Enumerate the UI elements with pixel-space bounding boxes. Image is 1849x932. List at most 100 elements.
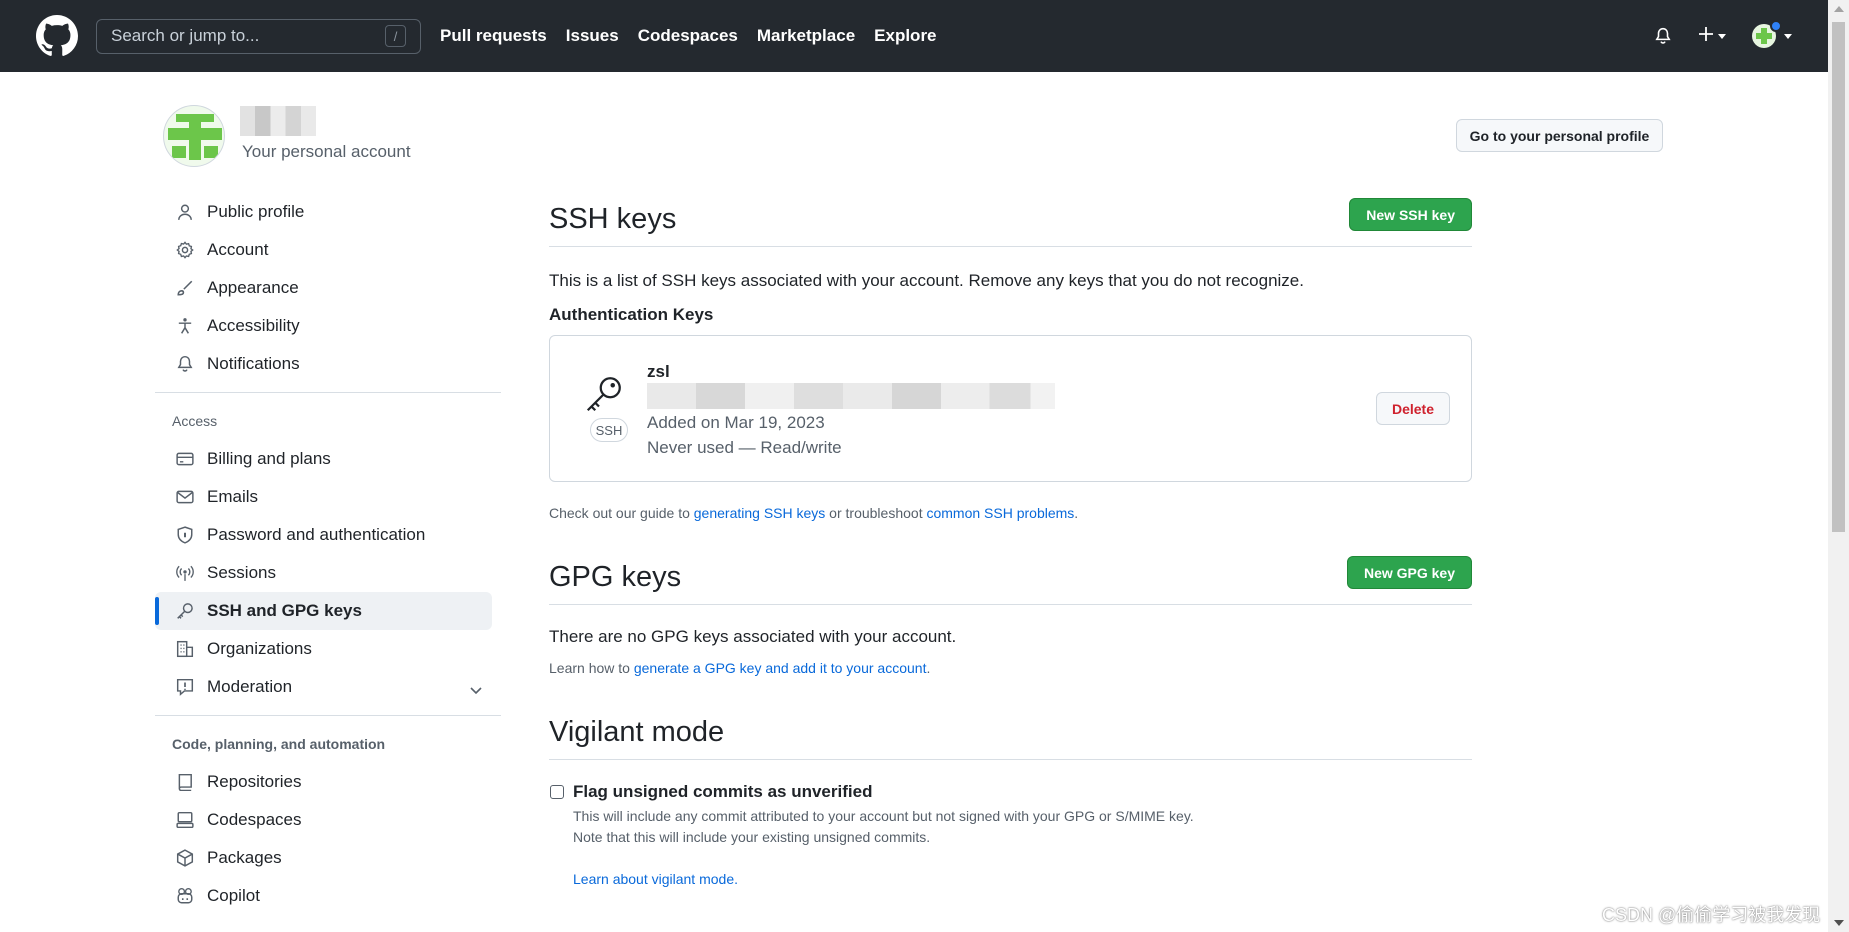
- vigilant-title: Vigilant mode: [549, 716, 725, 748]
- vigilant-option: Flag unsigned commits as unverified This…: [549, 782, 1472, 887]
- sidebar-item-moderation[interactable]: Moderation: [155, 668, 501, 706]
- sidebar-item-label: Password and authentication: [207, 525, 426, 544]
- sidebar-item-billing[interactable]: Billing and plans: [155, 440, 501, 478]
- nav-issues[interactable]: Issues: [566, 26, 619, 46]
- sidebar-item-notifications[interactable]: Notifications: [155, 345, 501, 383]
- accessibility-icon: [175, 316, 195, 336]
- ssh-badge: SSH: [590, 418, 628, 442]
- person-icon: [175, 202, 195, 222]
- new-gpg-key-button[interactable]: New GPG key: [1346, 556, 1472, 589]
- sidebar-item-organizations[interactable]: Organizations: [155, 630, 501, 668]
- sidebar-item-codespaces[interactable]: Codespaces: [155, 801, 501, 839]
- go-to-profile-button[interactable]: Go to your personal profile: [1456, 119, 1663, 152]
- gpg-empty-text: There are no GPG keys associated with yo…: [549, 627, 957, 646]
- sidebar-item-label: Organizations: [207, 639, 312, 658]
- sidebar-item-label: Packages: [207, 848, 282, 867]
- gear-icon: [175, 240, 195, 260]
- sidebar-item-ssh-gpg-keys[interactable]: SSH and GPG keys: [155, 592, 492, 630]
- delete-key-button[interactable]: Delete: [1376, 392, 1450, 425]
- generating-ssh-keys-link[interactable]: generating SSH keys: [694, 505, 826, 521]
- learn-vigilant-mode-link[interactable]: Learn about vigilant mode.: [573, 871, 738, 887]
- nav-pull-requests[interactable]: Pull requests: [440, 26, 547, 46]
- auth-keys-heading: Authentication Keys: [549, 305, 714, 324]
- sidebar-item-public-profile[interactable]: Public profile: [155, 193, 501, 231]
- avatar[interactable]: [163, 105, 225, 167]
- gpg-learn-text: Learn how to generate a GPG key and add …: [549, 660, 1472, 676]
- sidebar-item-emails[interactable]: Emails: [155, 478, 501, 516]
- sidebar-item-label: Repositories: [207, 772, 302, 791]
- create-new-menu[interactable]: [1698, 26, 1726, 47]
- sidebar-item-packages[interactable]: Packages: [155, 839, 501, 877]
- new-ssh-key-button[interactable]: New SSH key: [1349, 198, 1472, 231]
- key-usage: Never used — Read/write: [647, 438, 842, 457]
- sidebar-item-label: Emails: [207, 487, 259, 506]
- watermark: CSDN @偷偷学习被我发现: [1602, 905, 1821, 925]
- ssh-guide-text: Check out our guide to generating SSH ke…: [549, 505, 1472, 521]
- vigilant-checkbox[interactable]: [550, 785, 564, 799]
- sidebar-item-sessions[interactable]: Sessions: [155, 554, 501, 592]
- ssh-key-item: SSH zsl Added on Mar 19, 2023 Never used…: [549, 335, 1472, 482]
- sidebar-item-label: Appearance: [207, 278, 299, 297]
- global-nav: Pull requests Issues Codespaces Marketpl…: [440, 26, 937, 46]
- plus-icon: [1698, 26, 1714, 47]
- vigilant-checkbox-label[interactable]: Flag unsigned commits as unverified: [573, 782, 872, 802]
- caret-down-icon: [1784, 33, 1792, 39]
- sidebar-item-account[interactable]: Account: [155, 231, 501, 269]
- page-scrollbar[interactable]: [1828, 0, 1849, 932]
- common-ssh-problems-link[interactable]: common SSH problems: [926, 505, 1074, 521]
- key-added-date: Added on Mar 19, 2023: [647, 413, 825, 432]
- sidebar-divider: [155, 392, 501, 393]
- search-shortcut-key: /: [385, 25, 406, 47]
- broadcast-icon: [175, 563, 195, 583]
- sidebar-item-label: Copilot: [207, 886, 260, 905]
- learn-prefix: Learn how to: [549, 660, 634, 676]
- top-header: Search or jump to... / Pull requests Iss…: [0, 0, 1828, 72]
- nav-marketplace[interactable]: Marketplace: [757, 26, 855, 46]
- github-logo-icon[interactable]: [36, 15, 78, 57]
- sidebar-item-label: Public profile: [207, 202, 305, 221]
- user-menu[interactable]: [1752, 20, 1792, 48]
- guide-prefix: Check out our guide to: [549, 505, 694, 521]
- sidebar-item-label: Sessions: [207, 563, 276, 582]
- settings-sidebar: Public profile Account Appearance Access…: [155, 193, 501, 915]
- key-fingerprint-redacted: [647, 383, 1055, 409]
- sidebar-item-label: Moderation: [207, 677, 293, 696]
- account-subtitle: Your personal account: [242, 142, 411, 161]
- package-icon: [175, 848, 195, 868]
- scroll-down-arrow-icon[interactable]: [1834, 920, 1844, 926]
- vigilant-note: This will include any commit attributed …: [573, 808, 1194, 824]
- sidebar-item-repositories[interactable]: Repositories: [155, 763, 501, 801]
- scroll-up-arrow-icon[interactable]: [1834, 6, 1844, 12]
- key-title: zsl: [647, 362, 670, 381]
- chevron-down-icon[interactable]: [469, 681, 483, 701]
- key-icon: [175, 601, 195, 621]
- generate-gpg-key-link[interactable]: generate a GPG key and add it to your ac…: [634, 660, 927, 676]
- ssh-description: This is a list of SSH keys associated wi…: [549, 271, 1304, 290]
- status-dot: [1770, 20, 1782, 32]
- sidebar-item-copilot[interactable]: Copilot: [155, 877, 501, 915]
- bell-icon[interactable]: [1654, 26, 1672, 46]
- nav-codespaces[interactable]: Codespaces: [638, 26, 738, 46]
- ssh-section-header: SSH keys New SSH key: [549, 193, 1472, 247]
- organization-icon: [175, 639, 195, 659]
- key-icon: [584, 374, 624, 419]
- credit-card-icon: [175, 449, 195, 469]
- scroll-thumb[interactable]: [1832, 22, 1845, 532]
- search-input[interactable]: Search or jump to... /: [96, 18, 421, 54]
- repo-icon: [175, 772, 195, 792]
- gpg-title: GPG keys: [549, 561, 682, 593]
- bell-icon: [175, 354, 195, 374]
- search-placeholder: Search or jump to...: [111, 26, 260, 45]
- report-icon: [175, 677, 195, 697]
- codespaces-icon: [175, 810, 195, 830]
- sidebar-item-label: Accessibility: [207, 316, 300, 335]
- sidebar-item-accessibility[interactable]: Accessibility: [155, 307, 501, 345]
- sidebar-item-appearance[interactable]: Appearance: [155, 269, 501, 307]
- sidebar-item-password[interactable]: Password and authentication: [155, 516, 501, 554]
- nav-explore[interactable]: Explore: [874, 26, 936, 46]
- caret-down-icon: [1718, 33, 1726, 39]
- gpg-section-header: GPG keys New GPG key: [549, 551, 1472, 605]
- sidebar-heading-code: Code, planning, and automation: [172, 736, 386, 752]
- paintbrush-icon: [175, 278, 195, 298]
- sidebar-item-label: Notifications: [207, 354, 300, 373]
